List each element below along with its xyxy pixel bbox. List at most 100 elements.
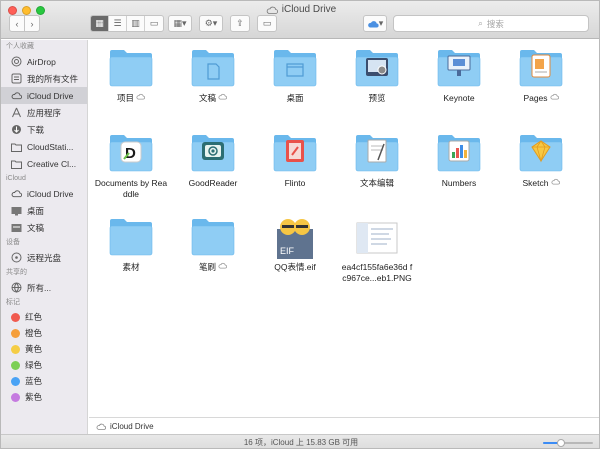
file-item[interactable]: 项目 xyxy=(90,46,172,104)
gallery-view-button[interactable]: ▭ xyxy=(145,16,163,31)
file-item[interactable]: Pages xyxy=(500,46,582,104)
share-button[interactable]: ⇪ xyxy=(230,15,250,32)
file-label: Sketch xyxy=(500,178,582,189)
file-label: 文本编辑 xyxy=(336,178,418,189)
app-folder-icon xyxy=(517,131,565,175)
file-label: 文稿 xyxy=(172,93,254,104)
file-name: 项目 xyxy=(116,93,134,103)
sidebar-item-label: iCloud Drive xyxy=(27,188,74,199)
sidebar-item-label: 远程光盘 xyxy=(27,252,62,263)
window-title-text: iCloud Drive xyxy=(281,4,337,15)
file-item[interactable]: 文本编辑 xyxy=(336,131,418,189)
file-item[interactable]: EIF QQ表情.eif xyxy=(254,215,336,273)
sidebar-item[interactable]: 所有... xyxy=(1,279,87,296)
sidebar-item[interactable]: iCloud Drive xyxy=(1,87,87,104)
edit-tags-button[interactable]: ▭ xyxy=(257,15,277,32)
file-label: ea4cf155fa6e36d fc967ce...eb1.PNG xyxy=(336,262,418,284)
file-name: 笔刷 xyxy=(198,262,216,272)
tag-label: 黄色 xyxy=(25,344,43,354)
tag-color-dot xyxy=(11,312,20,322)
column-view-button[interactable]: ▥ xyxy=(127,16,145,31)
sidebar-item[interactable]: 我的所有文件 xyxy=(1,70,87,87)
sidebar-item[interactable]: 文稿 xyxy=(1,219,87,236)
tag-color-dot xyxy=(11,376,20,386)
slider-knob[interactable] xyxy=(556,439,565,447)
file-item[interactable]: 素材 xyxy=(90,215,172,273)
icon-size-slider[interactable] xyxy=(543,439,593,447)
all-files-icon xyxy=(11,73,22,84)
sidebar-tag[interactable]: 橙色 xyxy=(1,325,87,341)
file-item[interactable]: D Documents by Readdle xyxy=(90,131,172,200)
sidebar-section-header: 设备 xyxy=(6,239,20,246)
icon-view-button[interactable]: ▦ xyxy=(91,16,109,31)
icloud-menu-button[interactable]: ▾ xyxy=(363,15,387,32)
share-icon: ⇪ xyxy=(236,18,244,28)
file-name: 素材 xyxy=(122,262,140,272)
sidebar-item[interactable]: CloudStati... xyxy=(1,138,87,155)
tag-icon: ▭ xyxy=(262,18,272,28)
sidebar-tag[interactable]: 红色 xyxy=(1,309,87,325)
tag-label: 橙色 xyxy=(25,328,43,338)
file-icon: EIF xyxy=(271,215,319,259)
arrange-button[interactable]: ▦▾ xyxy=(168,15,192,32)
sidebar-tag[interactable]: 绿色 xyxy=(1,357,87,373)
back-button[interactable]: ‹ xyxy=(9,15,25,32)
file-item[interactable]: 笔刷 xyxy=(172,215,254,273)
network-icon xyxy=(11,282,22,293)
file-item[interactable]: Keynote xyxy=(418,46,500,104)
sidebar-item[interactable]: 应用程序 xyxy=(1,104,87,121)
sidebar-item[interactable]: 远程光盘 xyxy=(1,249,87,266)
file-label: 素材 xyxy=(90,262,172,273)
app-folder-icon: D xyxy=(107,131,155,175)
search-input[interactable]: ⌕ 搜索 xyxy=(393,15,589,32)
file-item[interactable]: Flinto xyxy=(254,131,336,189)
tag-color-dot xyxy=(11,328,20,338)
sidebar-item-label: 桌面 xyxy=(27,205,45,216)
sidebar-section-header: 共享的 xyxy=(6,269,27,276)
forward-button[interactable]: › xyxy=(24,15,40,32)
sidebar-item[interactable]: 桌面 xyxy=(1,202,87,219)
file-name: Keynote xyxy=(443,93,475,103)
cloud-status-icon xyxy=(550,93,559,102)
sidebar-item[interactable]: AirDrop xyxy=(1,53,87,70)
sidebar-tag[interactable]: 紫色 xyxy=(1,389,87,405)
file-item[interactable]: 预览 xyxy=(336,46,418,104)
path-bar: iCloud Drive xyxy=(89,417,599,434)
file-label: Keynote xyxy=(418,93,500,104)
sidebar-tag[interactable]: 黄色 xyxy=(1,341,87,357)
status-text: 16 项，iCloud 上 15.83 GB 可用 xyxy=(243,438,359,447)
sidebar-tag[interactable]: 蓝色 xyxy=(1,373,87,389)
file-label: Documents by Readdle xyxy=(90,178,172,200)
tag-color-dot xyxy=(11,360,20,370)
sidebar-item[interactable]: 下载 xyxy=(1,121,87,138)
file-item[interactable]: Sketch xyxy=(500,131,582,189)
download-icon xyxy=(11,124,22,135)
search-icon: ⌕ xyxy=(478,18,483,28)
file-name: 文本编辑 xyxy=(359,178,394,188)
search-placeholder: 搜索 xyxy=(486,18,504,29)
sidebar-item-label: 文稿 xyxy=(27,222,45,233)
chevron-right-icon: › xyxy=(30,18,34,29)
action-button[interactable]: ⚙▾ xyxy=(199,15,223,32)
applications-icon xyxy=(11,107,22,118)
file-label: Numbers xyxy=(418,178,500,189)
file-item[interactable]: GoodReader xyxy=(172,131,254,189)
sidebar-item[interactable]: Creative Cl... xyxy=(1,155,87,172)
list-view-button[interactable]: ☰ xyxy=(109,16,127,31)
cloud-icon xyxy=(96,423,106,430)
toolbar: iCloud Drive ‹ › ▦ ☰ ▥ ▭ ▦▾ ⚙▾ ⇪ ▭ ▾ ⌕ 搜… xyxy=(1,1,599,39)
file-item[interactable]: 文稿 xyxy=(172,46,254,104)
file-name: 预览 xyxy=(368,93,386,103)
airdrop-icon xyxy=(11,56,22,67)
path-item[interactable]: iCloud Drive xyxy=(110,422,154,431)
chevron-left-icon: ‹ xyxy=(15,18,19,29)
file-item[interactable]: 桌面 xyxy=(254,46,336,104)
file-item[interactable]: ea4cf155fa6e36d fc967ce...eb1.PNG xyxy=(336,215,418,284)
sidebar-item-label: iCloud Drive xyxy=(27,90,74,101)
gear-icon: ⚙▾ xyxy=(204,18,218,28)
tag-color-dot xyxy=(11,392,20,402)
sidebar-item[interactable]: iCloud Drive xyxy=(1,185,87,202)
app-folder-icon xyxy=(271,131,319,175)
file-item[interactable]: Numbers xyxy=(418,131,500,189)
tag-label: 绿色 xyxy=(25,360,43,370)
